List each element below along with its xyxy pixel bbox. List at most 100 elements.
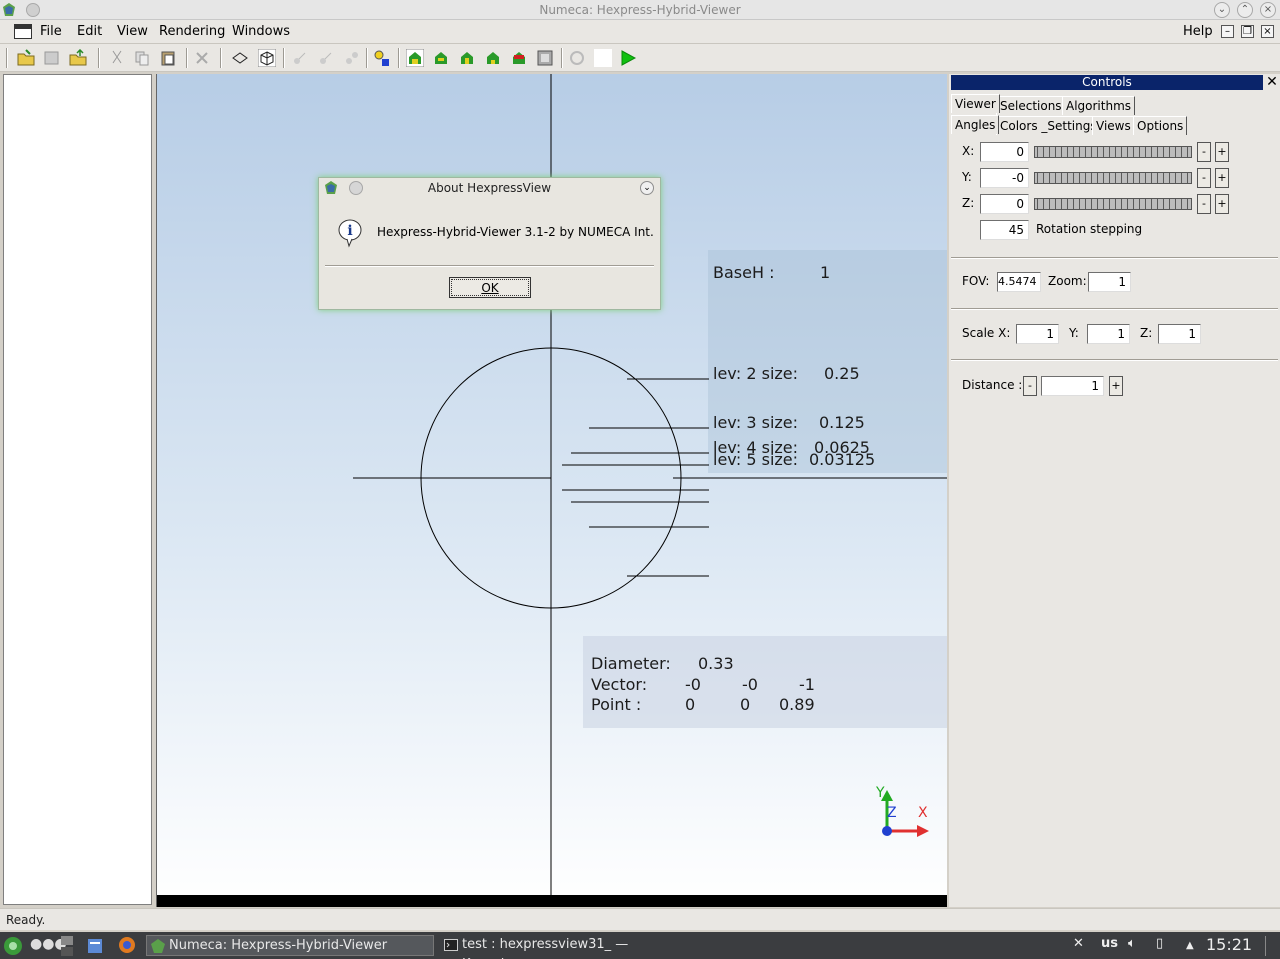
terminal-icon (444, 939, 458, 951)
angle-y-label: Y: (962, 170, 972, 184)
paste-icon[interactable] (159, 49, 177, 67)
play-icon[interactable] (619, 49, 637, 67)
window-title: Numeca: Hexpress-Hybrid-Viewer (539, 3, 741, 17)
zoom-field[interactable]: 1 (1088, 272, 1131, 292)
gizmo-z-axis (882, 826, 892, 836)
mdi-window-icon[interactable] (14, 24, 32, 39)
angle-x-plus-button[interactable]: + (1215, 142, 1229, 162)
menu-windows[interactable]: Windows (232, 24, 290, 39)
menu-file[interactable]: File (40, 24, 62, 39)
controls-separator (951, 359, 1278, 361)
select-edge-icon[interactable] (317, 49, 335, 67)
select-face-icon[interactable] (343, 49, 361, 67)
wireframe-icon[interactable] (231, 49, 249, 67)
ok-button[interactable]: OK (449, 277, 531, 298)
level-5-value: 0.03125 (809, 450, 876, 469)
file-manager-icon[interactable] (87, 937, 103, 955)
select-node-icon[interactable] (291, 49, 309, 67)
minimize-window-button[interactable]: ⌄ (1214, 2, 1230, 18)
tab-options[interactable]: Options (1133, 116, 1188, 135)
viewport-bottom-bar (157, 895, 947, 907)
level-2-value: 0.25 (824, 364, 860, 383)
menu-view[interactable]: View (117, 24, 148, 39)
menu-help[interactable]: Help (1183, 24, 1213, 39)
cut-icon[interactable] (108, 49, 126, 67)
cube-icon[interactable] (258, 49, 276, 67)
view-bottom-icon[interactable] (536, 49, 554, 67)
fov-field[interactable]: 4.5474 (997, 272, 1041, 292)
scale-z-field[interactable]: 1 (1158, 324, 1201, 344)
angle-z-field[interactable]: 0 (980, 194, 1029, 214)
view-left-icon[interactable] (458, 49, 476, 67)
tab-algorithms[interactable]: Algorithms (1062, 96, 1136, 115)
angle-z-minus-button[interactable]: - (1197, 194, 1211, 214)
desktop-pager-icon[interactable] (60, 935, 74, 957)
tab-angles[interactable]: Angles (951, 115, 1000, 134)
clock[interactable]: 15:21 (1206, 935, 1252, 954)
firefox-icon[interactable] (118, 936, 136, 954)
statusbar: Ready. (0, 908, 1280, 930)
keyboard-layout[interactable]: us (1101, 936, 1118, 951)
tray-expand-icon[interactable]: ▲ (1186, 940, 1194, 951)
task-konsole[interactable]: test : hexpressview31_ — Konsole (440, 935, 680, 959)
start-menu-icon[interactable] (3, 936, 23, 956)
scale-y-field[interactable]: 1 (1087, 324, 1130, 344)
toolbar-separator (98, 48, 100, 68)
maximize-window-button[interactable]: ⌃ (1237, 2, 1253, 18)
hexpress-task-icon (151, 939, 165, 953)
distance-minus-button[interactable]: - (1023, 376, 1037, 396)
angle-x-slider[interactable] (1034, 146, 1192, 158)
angle-y-field[interactable]: -0 (980, 168, 1029, 188)
toolbar-separator (220, 48, 222, 68)
open-folder-icon[interactable] (17, 49, 35, 67)
task-hexpress-viewer[interactable]: Numeca: Hexpress-Hybrid-Viewer (146, 935, 434, 956)
dialog-message: Hexpress-Hybrid-Viewer 3.1-2 by NUMECA I… (377, 225, 654, 239)
level-2-label: lev: 2 size: (713, 364, 799, 383)
menu-rendering[interactable]: Rendering (159, 24, 225, 39)
reset-icon[interactable] (568, 49, 586, 67)
tab-colors-settings[interactable]: Colors _Settings (996, 116, 1101, 135)
distance-field[interactable]: 1 (1041, 376, 1104, 396)
menu-edit[interactable]: Edit (77, 24, 102, 39)
stop-icon[interactable] (594, 49, 612, 67)
show-desktop-button[interactable] (1265, 936, 1277, 956)
tab-views[interactable]: Views (1092, 116, 1135, 135)
angle-y-plus-button[interactable]: + (1215, 168, 1229, 188)
object-tree-panel[interactable] (3, 74, 152, 905)
save-icon[interactable] (43, 49, 61, 67)
angle-y-minus-button[interactable]: - (1197, 168, 1211, 188)
controls-close-button[interactable]: ✕ (1265, 74, 1279, 90)
tab-viewer[interactable]: Viewer (951, 94, 1000, 113)
volume-icon[interactable]: 🔈︎ (1128, 936, 1136, 951)
angle-x-minus-button[interactable]: - (1197, 142, 1211, 162)
view-right-icon[interactable] (484, 49, 502, 67)
view-front-icon[interactable] (406, 49, 424, 67)
light-icon[interactable] (373, 49, 391, 67)
network-icon[interactable]: ✕ (1073, 936, 1084, 951)
mdi-minimize-button[interactable]: – (1221, 25, 1234, 38)
angle-x-field[interactable]: 0 (980, 142, 1029, 162)
window-titlebar: Numeca: Hexpress-Hybrid-Viewer ⌄ ⌃ × (0, 0, 1280, 20)
battery-icon[interactable]: ▯ (1156, 936, 1163, 951)
distance-label: Distance : (962, 378, 1023, 392)
rotation-stepping-field[interactable]: 45 (980, 220, 1029, 240)
close-window-button[interactable]: × (1260, 2, 1276, 18)
angle-y-slider[interactable] (1034, 172, 1192, 184)
mdi-close-button[interactable]: × (1261, 25, 1274, 38)
level-3-label: lev: 3 size: (713, 413, 799, 432)
vector-y-value: -0 (742, 675, 758, 694)
distance-plus-button[interactable]: + (1109, 376, 1123, 396)
export-folder-icon[interactable] (69, 49, 87, 67)
angle-z-slider[interactable] (1034, 198, 1192, 210)
scale-x-field[interactable]: 1 (1016, 324, 1059, 344)
copy-icon[interactable] (133, 49, 151, 67)
gizmo-x-label: X (918, 805, 928, 821)
view-top-icon[interactable] (510, 49, 528, 67)
angle-z-label: Z: (962, 196, 975, 210)
angle-z-plus-button[interactable]: + (1215, 194, 1229, 214)
tab-selections[interactable]: Selections (996, 96, 1066, 115)
mdi-restore-button[interactable]: ❐ (1241, 25, 1254, 38)
view-back-icon[interactable] (432, 49, 450, 67)
delete-icon[interactable] (193, 49, 211, 67)
dialog-close-button[interactable]: ⌄ (640, 181, 654, 195)
